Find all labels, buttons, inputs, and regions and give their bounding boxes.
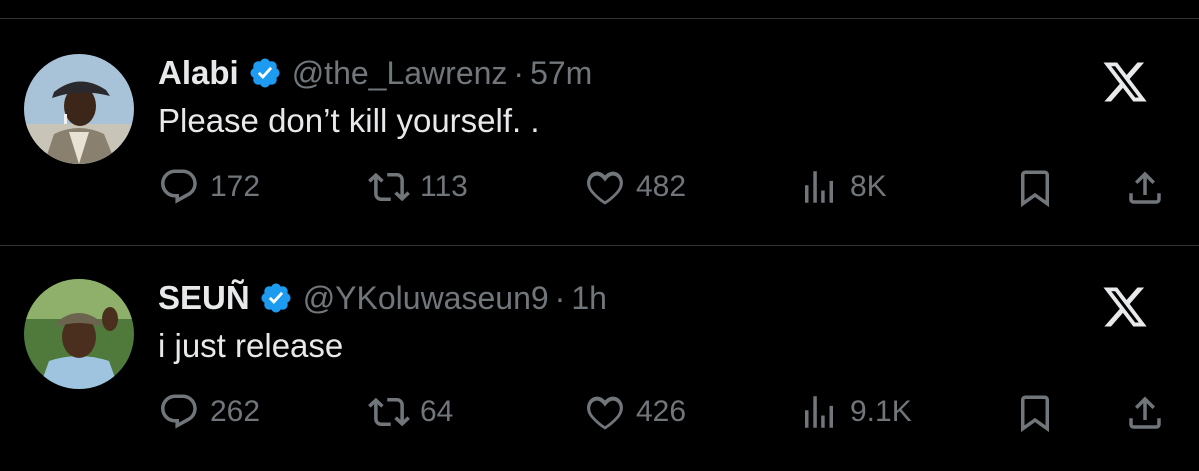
timestamp[interactable]: 1h <box>571 280 607 317</box>
display-name[interactable]: Alabi <box>158 54 239 92</box>
bookmark-icon[interactable] <box>1014 392 1056 434</box>
tweet-card[interactable]: SEUÑ @YKoluwaseun9 · 1h i just release 2… <box>0 245 1199 470</box>
reply-count: 262 <box>210 395 261 428</box>
tweet-header: SEUÑ @YKoluwaseun9 · 1h <box>158 278 607 318</box>
reply-icon <box>161 394 197 429</box>
reply-icon <box>161 169 197 204</box>
views-icon <box>805 171 833 203</box>
top-divider <box>0 18 1199 19</box>
tweet-text: Please don’t kill yourself. . <box>158 102 540 139</box>
retweet-button[interactable]: 64 <box>368 392 453 432</box>
tweet-card[interactable]: Alabi @the_Lawrenz · 57m Please don’t ki… <box>0 20 1199 245</box>
share-icon[interactable] <box>1124 392 1166 434</box>
tweet-header: Alabi @the_Lawrenz · 57m <box>158 53 592 93</box>
retweet-icon <box>368 397 410 427</box>
like-count: 482 <box>636 170 687 203</box>
avatar-image <box>24 54 134 164</box>
like-button[interactable]: 482 <box>584 167 686 207</box>
like-count: 426 <box>636 395 687 428</box>
avatar-image <box>24 279 134 389</box>
retweet-count: 113 <box>420 170 468 203</box>
x-logo-icon <box>1103 62 1147 102</box>
avatar[interactable] <box>24 279 134 389</box>
retweet-icon <box>368 172 410 202</box>
views-button[interactable]: 9.1K <box>798 392 912 432</box>
views-button[interactable]: 8K <box>798 167 887 207</box>
tweet-text: i just release <box>158 327 344 364</box>
like-button[interactable]: 426 <box>584 392 686 432</box>
separator-dot: · <box>513 54 525 91</box>
x-logo-icon <box>1103 287 1147 327</box>
display-name[interactable]: SEUÑ <box>158 279 250 317</box>
user-handle[interactable]: @YKoluwaseun9 <box>303 280 549 317</box>
retweet-button[interactable]: 113 <box>368 167 468 207</box>
reply-count: 172 <box>210 170 261 203</box>
share-icon[interactable] <box>1124 167 1166 209</box>
retweet-count: 64 <box>420 395 454 428</box>
reply-button[interactable]: 172 <box>158 167 260 207</box>
avatar[interactable] <box>24 54 134 164</box>
view-count: 9.1K <box>850 395 912 428</box>
like-icon <box>587 171 623 205</box>
timestamp[interactable]: 57m <box>530 55 592 92</box>
verified-icon <box>250 58 280 88</box>
view-count: 8K <box>850 170 887 203</box>
reply-button[interactable]: 262 <box>158 392 260 432</box>
user-handle[interactable]: @the_Lawrenz <box>292 55 508 92</box>
verified-icon <box>261 283 291 313</box>
bookmark-icon[interactable] <box>1014 167 1056 209</box>
like-icon <box>587 396 623 430</box>
separator-dot: · <box>554 279 566 316</box>
views-icon <box>805 396 833 428</box>
